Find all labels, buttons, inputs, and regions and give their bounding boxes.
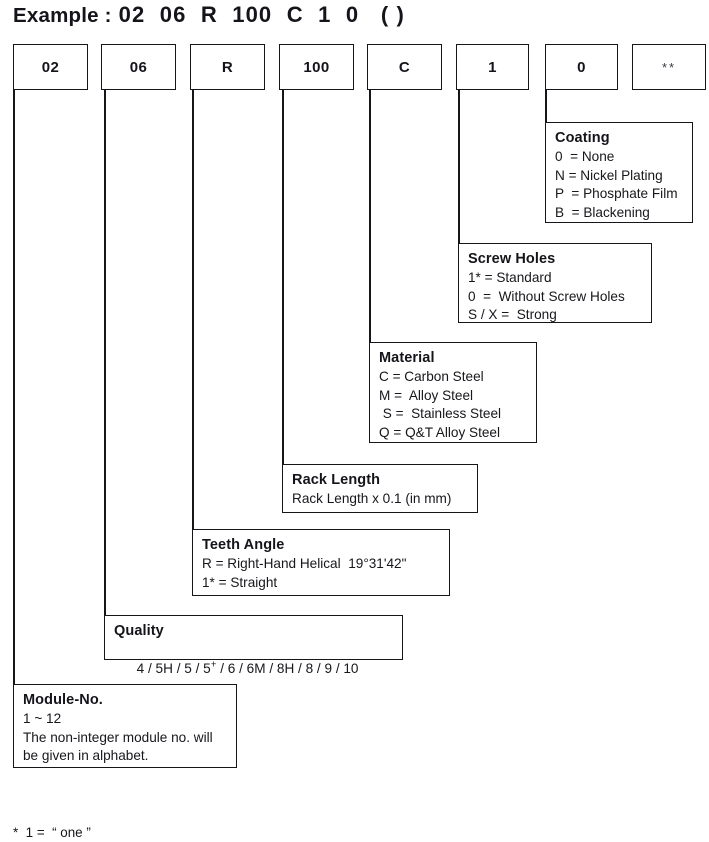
code-box-coating[interactable]: 0 bbox=[545, 44, 618, 90]
code-box-material[interactable]: C bbox=[367, 44, 442, 90]
desc-box-screw-holes: Screw Holes 1* = Standard 0 = Without Sc… bbox=[458, 243, 652, 323]
code-box-module-no[interactable]: 02 bbox=[13, 44, 88, 90]
designation-diagram: Example : 02 06 R 100 C 1 0 ( ) 02 06 R … bbox=[0, 0, 709, 842]
desc-title-screw-holes: Screw Holes bbox=[468, 251, 556, 267]
desc-line-coating-3: B = Blackening bbox=[555, 204, 650, 220]
code-box-rack-length[interactable]: 100 bbox=[279, 44, 354, 90]
code-box-interface[interactable]: ** bbox=[632, 44, 706, 90]
desc-box-coating: Coating 0 = None N = Nickel Plating P = … bbox=[545, 122, 693, 223]
desc-box-quality: Quality 4 / 5H / 5 / 5+ / 6 / 6M / 8H / … bbox=[104, 615, 403, 676]
desc-line-material-0: C = Carbon Steel bbox=[379, 369, 484, 385]
connector-line-rack-length bbox=[282, 90, 284, 464]
footnote-line-0: * 1 = “ one ” bbox=[13, 825, 91, 841]
example-heading: Example : 02 06 R 100 C 1 0 ( ) bbox=[13, 2, 405, 32]
desc-line-coating-1: N = Nickel Plating bbox=[555, 167, 663, 183]
desc-title-quality: Quality bbox=[114, 623, 164, 639]
connector-line-module-no bbox=[13, 90, 15, 684]
desc-line-module-no-2: be given in alphabet. bbox=[23, 748, 149, 764]
connector-line-material bbox=[369, 90, 371, 342]
desc-line-coating-2: P = Phosphate Film bbox=[555, 186, 678, 202]
desc-title-material: Material bbox=[379, 350, 435, 366]
connector-line-teeth-angle bbox=[192, 90, 194, 529]
desc-box-rack-length: Rack Length Rack Length x 0.1 (in mm) bbox=[282, 464, 478, 513]
desc-line-module-no-1: The non-integer module no. will bbox=[23, 729, 213, 745]
desc-line-rack-length-0: Rack Length x 0.1 (in mm) bbox=[292, 491, 452, 507]
desc-box-material: Material C = Carbon Steel M = Alloy Stee… bbox=[369, 342, 537, 443]
code-box-screw-holes[interactable]: 1 bbox=[456, 44, 529, 90]
desc-line-screw-holes-2: S / X = Strong bbox=[468, 307, 557, 323]
connector-line-coating bbox=[545, 90, 547, 122]
footnotes: * 1 = “ one ” ** A1 = For Linear-Guide I… bbox=[13, 785, 291, 842]
desc-title-rack-length: Rack Length bbox=[292, 472, 381, 488]
desc-line-material-1: M = Alloy Steel bbox=[379, 387, 474, 403]
desc-line-material-2: S = Stainless Steel bbox=[379, 406, 502, 422]
desc-line-module-no-0: 1 ~ 12 bbox=[23, 711, 62, 727]
example-code-string: 02 06 R 100 C 1 0 ( ) bbox=[118, 2, 405, 27]
desc-line-screw-holes-0: 1* = Standard bbox=[468, 270, 552, 286]
desc-title-teeth-angle: Teeth Angle bbox=[202, 537, 285, 553]
desc-line-teeth-angle-0: R = Right-Hand Helical 19°31'42" bbox=[202, 556, 407, 572]
quality-grades-post: / 6 / 6M / 8H / 8 / 9 / 10 bbox=[216, 660, 359, 676]
code-box-quality[interactable]: 06 bbox=[101, 44, 176, 90]
desc-box-module-no: Module-No. 1 ~ 12 The non-integer module… bbox=[13, 684, 237, 768]
desc-box-teeth-angle: Teeth Angle R = Right-Hand Helical 19°31… bbox=[192, 529, 450, 596]
connector-line-screw-holes bbox=[458, 90, 460, 243]
code-box-teeth-angle[interactable]: R bbox=[190, 44, 265, 90]
desc-line-material-3: Q = Q&T Alloy Steel bbox=[379, 424, 501, 440]
desc-line-screw-holes-1: 0 = Without Screw Holes bbox=[468, 288, 625, 304]
connector-line-quality bbox=[104, 90, 106, 615]
quality-grades-pre: 4 / 5H / 5 / 5 bbox=[136, 660, 211, 676]
desc-line-teeth-angle-1: 1* = Straight bbox=[202, 574, 278, 590]
desc-line-coating-0: 0 = None bbox=[555, 149, 615, 165]
example-label: Example : bbox=[13, 4, 112, 27]
desc-title-module-no: Module-No. bbox=[23, 692, 103, 708]
desc-title-coating: Coating bbox=[555, 130, 610, 146]
